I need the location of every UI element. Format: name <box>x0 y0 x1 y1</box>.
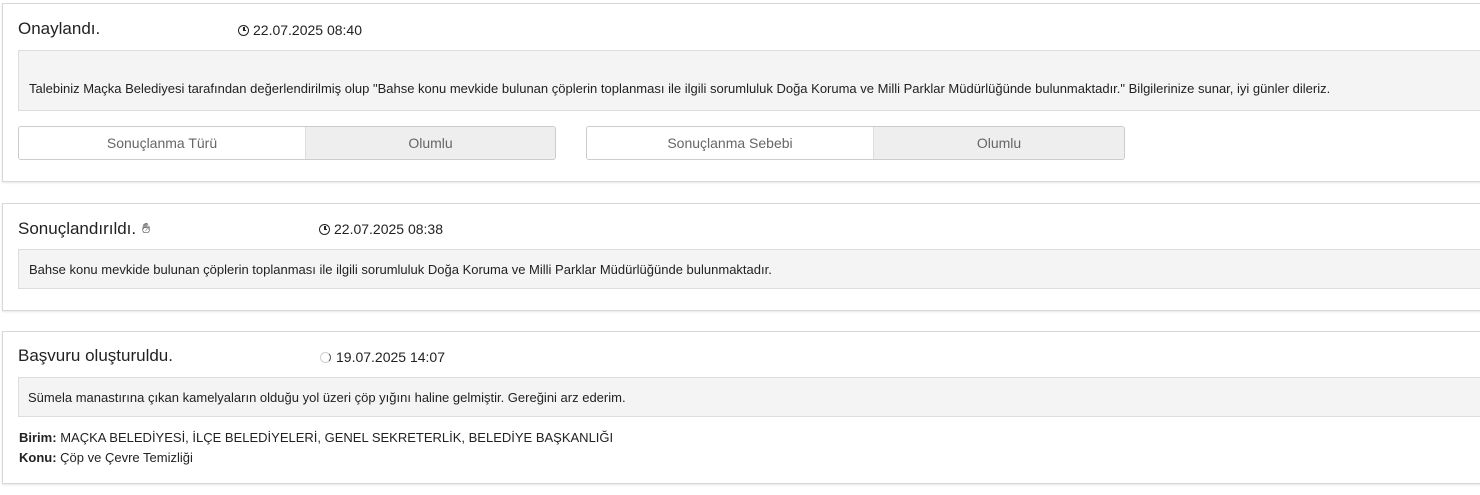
birim-value: MAÇKA BELEDİYESİ, İLÇE BELEDİYELERİ, GEN… <box>60 430 614 445</box>
entry-title: Başvuru oluşturuldu. <box>18 346 173 365</box>
timestamp-text: 22.07.2025 08:40 <box>253 22 362 38</box>
result-reason-label: Sonuçlanma Sebebi <box>587 127 874 159</box>
entry-title: Sonuçlandırıldı. <box>18 219 137 238</box>
clock-icon <box>319 223 330 235</box>
entry-title: Onaylandı. <box>18 19 101 38</box>
entry-message: Sümela manastırına çıkan kamelyaların ol… <box>18 377 1480 417</box>
timeline-entry-approved: Onaylandı. 22.07.2025 08:40 Talebiniz Ma… <box>2 3 1480 182</box>
timeline-entry-created: Başvuru oluşturuldu. 19.07.2025 14:07 Sü… <box>2 331 1480 484</box>
clock-icon <box>238 24 249 36</box>
result-reason-group: Sonuçlanma Sebebi Olumlu <box>586 126 1125 160</box>
entry-message: Bahse konu mevkide bulunan çöplerin topl… <box>18 249 1480 289</box>
timestamp-text: 22.07.2025 08:38 <box>334 221 443 237</box>
result-type-label: Sonuçlanma Türü <box>19 127 306 159</box>
birim-label: Birim: <box>19 430 57 445</box>
result-reason-value: Olumlu <box>874 127 1124 159</box>
timeline-entry-concluded: Sonuçlandırıldı. ✋︎ 22.07.2025 08:38 Bahs… <box>2 203 1480 311</box>
birim-line: Birim: MAÇKA BELEDİYESİ, İLÇE BELEDİYELE… <box>19 430 613 445</box>
konu-value: Çöp ve Çevre Temizliği <box>60 450 193 465</box>
entry-timestamp: 22.07.2025 08:40 <box>238 21 362 39</box>
entry-title-row: Sonuçlandırıldı. ✋︎ <box>18 218 150 239</box>
spinner-icon <box>320 351 331 363</box>
result-type-group: Sonuçlanma Türü Olumlu <box>18 126 556 160</box>
timestamp-text: 19.07.2025 14:07 <box>336 349 445 365</box>
konu-label: Konu: <box>19 450 57 465</box>
entry-timestamp: 19.07.2025 14:07 <box>320 348 445 366</box>
result-type-value: Olumlu <box>306 127 555 159</box>
entry-message: Talebiniz Maçka Belediyesi tarafından de… <box>18 50 1480 111</box>
hand-icon: ✋︎ <box>142 220 151 236</box>
konu-line: Konu: Çöp ve Çevre Temizliği <box>19 450 193 465</box>
entry-timestamp: 22.07.2025 08:38 <box>319 220 443 238</box>
